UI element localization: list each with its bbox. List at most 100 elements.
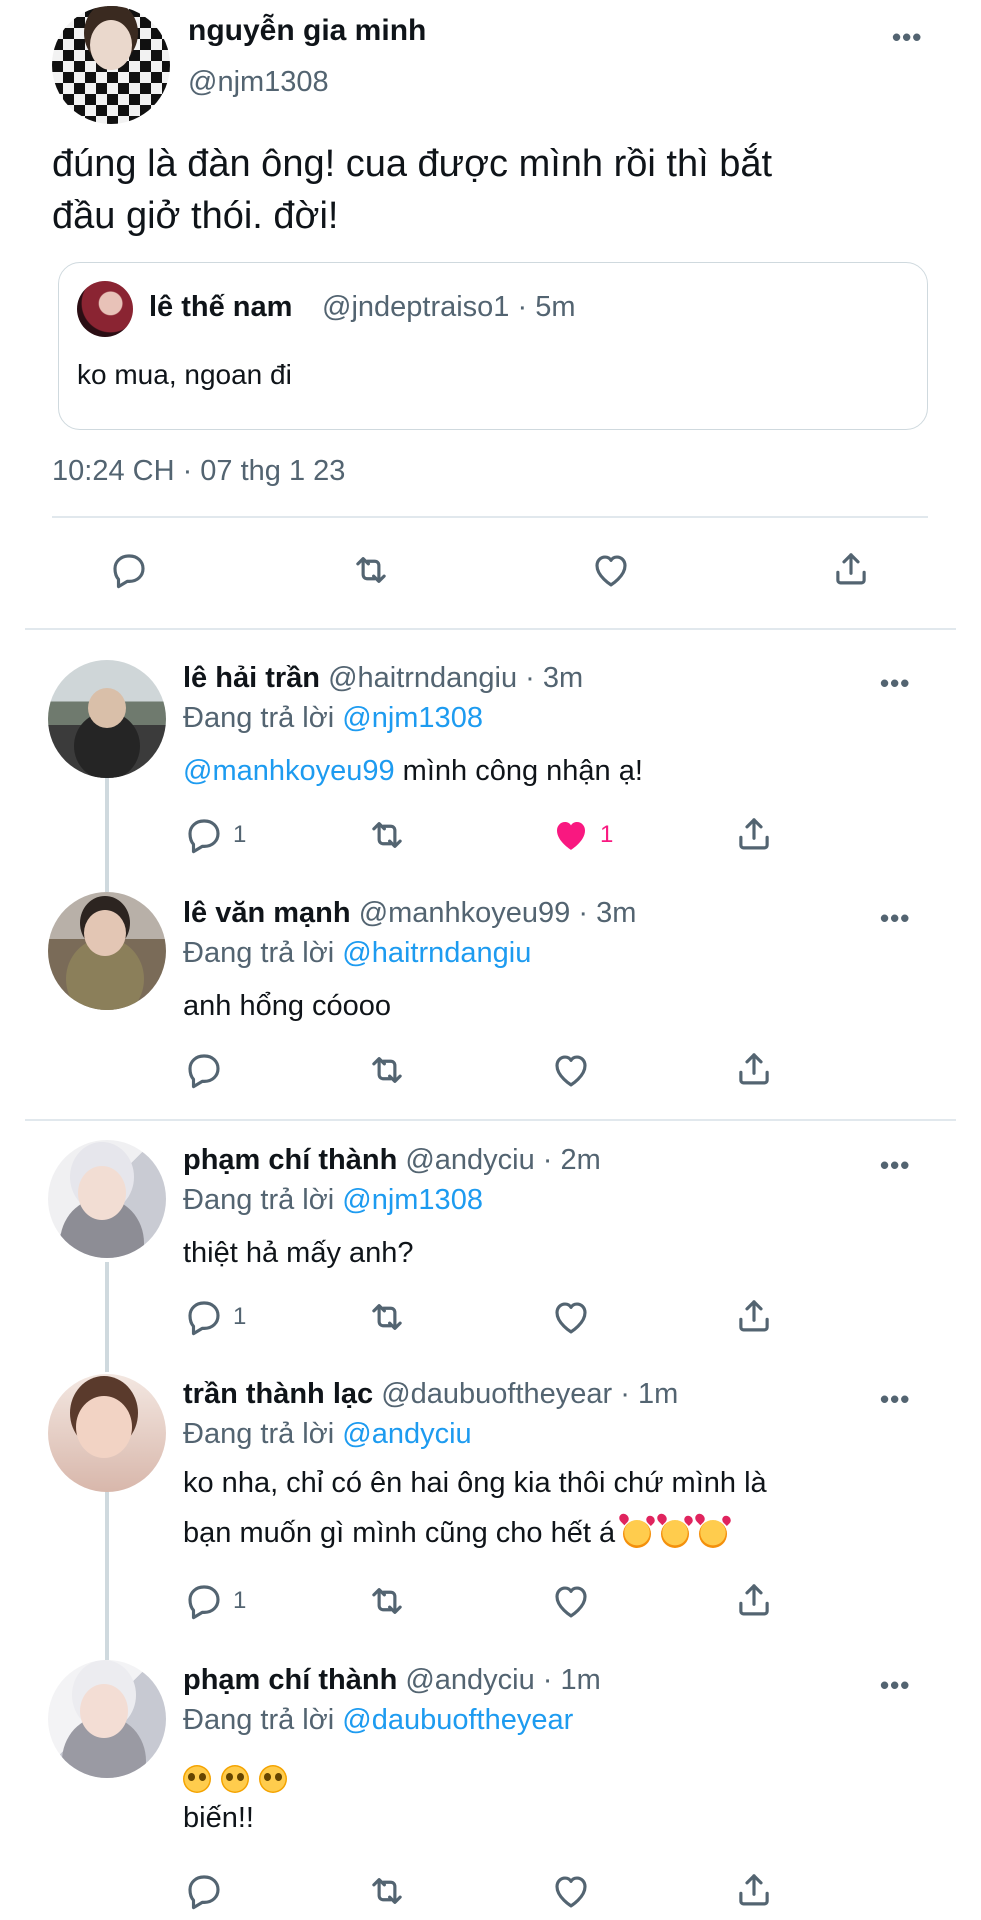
retweet-button[interactable] (366, 814, 408, 856)
avatar[interactable] (48, 1140, 166, 1258)
heart-filled-icon (550, 814, 592, 856)
mention-link[interactable]: @manhkoyeu99 (183, 755, 395, 787)
tweet-text: đúng là đàn ông! cua được mình rồi thì b… (52, 138, 932, 242)
reply-icon (183, 1580, 225, 1622)
avatar[interactable] (48, 892, 166, 1010)
pleading-face-icon (221, 1765, 249, 1794)
reply-button[interactable]: 1 (183, 814, 246, 856)
heart-icon (550, 1049, 592, 1091)
author-name[interactable]: phạm chí thành (183, 1664, 397, 1696)
avatar[interactable] (48, 660, 166, 778)
author-line[interactable]: lê hải trần @haitrndangiu · 3m (183, 662, 583, 695)
like-button[interactable] (550, 1296, 592, 1338)
author-handle-time: @andyciu · 1m (405, 1664, 601, 1696)
quote-avatar[interactable] (77, 281, 133, 337)
author-line[interactable]: phạm chí thành @andyciu · 2m (183, 1144, 601, 1177)
reply-button[interactable] (183, 1049, 225, 1091)
quote-author-meta: @jndeptraiso1 · 5m (322, 291, 576, 323)
retweet-button[interactable] (366, 1049, 408, 1091)
share-button[interactable] (733, 1294, 775, 1336)
main-tweet: nguyễn gia minh @njm1308 ••• đúng là đàn… (0, 0, 981, 628)
retweet-icon (366, 814, 408, 856)
avatar[interactable] (52, 6, 170, 124)
more-options-icon[interactable]: ••• (880, 1384, 910, 1415)
avatar[interactable] (48, 1374, 166, 1492)
author-name[interactable]: nguyễn gia minh (188, 14, 426, 48)
reply-icon (183, 1049, 225, 1091)
replying-to: Đang trả lời @njm1308 (183, 1184, 483, 1217)
share-button[interactable] (733, 1578, 775, 1620)
retweet-button[interactable] (366, 1580, 408, 1622)
retweet-icon (366, 1049, 408, 1091)
replying-to-link[interactable]: @njm1308 (342, 1184, 483, 1216)
reply-button[interactable]: 1 (183, 1580, 246, 1622)
reply-text: biến!! (183, 1758, 903, 1838)
replying-prefix: Đang trả lời (183, 1704, 335, 1736)
pleading-face-icon (259, 1765, 287, 1794)
share-button[interactable] (733, 1047, 775, 1089)
replying-to-link[interactable]: @haitrndangiu (342, 937, 531, 969)
author-line[interactable]: phạm chí thành @andyciu · 1m (183, 1664, 601, 1697)
like-button[interactable] (590, 549, 632, 591)
share-button[interactable] (733, 812, 775, 854)
retweet-button[interactable] (350, 549, 392, 591)
share-button[interactable] (733, 1868, 775, 1910)
like-button[interactable] (550, 1580, 592, 1622)
replying-to: Đang trả lời @njm1308 (183, 702, 483, 735)
author-name[interactable]: trần thành lạc (183, 1378, 373, 1410)
replying-to-link[interactable]: @daubuoftheyear (342, 1704, 573, 1736)
reply-text-body: bạn muốn gì mình cũng cho hết á (183, 1517, 616, 1549)
reply-icon (108, 549, 150, 591)
share-icon (830, 547, 872, 589)
more-options-icon[interactable]: ••• (880, 903, 910, 934)
quote-text: ko mua, ngoan đi (77, 359, 292, 390)
smiling-face-with-hearts-icon (623, 1520, 652, 1549)
retweet-icon (350, 549, 392, 591)
smiling-face-with-hearts-icon (661, 1520, 690, 1549)
like-button[interactable]: 1 (550, 814, 613, 856)
replying-to: Đang trả lời @haitrndangiu (183, 937, 531, 970)
reply-tweet[interactable]: phạm chí thành @andyciu · 2m ••• Đang tr… (0, 1132, 981, 1362)
author-name[interactable]: phạm chí thành (183, 1144, 397, 1176)
avatar[interactable] (48, 1660, 166, 1778)
share-icon (733, 1578, 775, 1620)
more-options-icon[interactable]: ••• (880, 1150, 910, 1181)
share-icon (733, 1294, 775, 1336)
author-line[interactable]: trần thành lạc @daubuoftheyear · 1m (183, 1378, 678, 1411)
tweet-text-line: đầu giở thói. đời! (52, 195, 339, 237)
emoji-line (183, 1758, 903, 1798)
reply-button[interactable]: 1 (183, 1296, 246, 1338)
tweet-timestamp[interactable]: 10:24 CH · 07 thg 1 23 (52, 455, 345, 488)
retweet-icon (366, 1870, 408, 1912)
author-name[interactable]: lê văn mạnh (183, 897, 351, 929)
like-button[interactable] (550, 1049, 592, 1091)
reply-tweet[interactable]: trần thành lạc @daubuoftheyear · 1m ••• … (0, 1366, 981, 1656)
retweet-button[interactable] (366, 1296, 408, 1338)
author-handle[interactable]: @njm1308 (188, 66, 329, 99)
quoted-tweet[interactable]: lê thế nam @jndeptraiso1 · 5m ko mua, ng… (58, 262, 928, 430)
more-options-icon[interactable]: ••• (880, 668, 910, 699)
more-options-icon[interactable]: ••• (892, 22, 922, 53)
replying-to-link[interactable]: @andyciu (342, 1418, 471, 1450)
author-line[interactable]: lê văn mạnh @manhkoyeu99 · 3m (183, 897, 636, 930)
reply-tweet[interactable]: phạm chí thành @andyciu · 1m ••• Đang tr… (0, 1652, 981, 1920)
replying-to-link[interactable]: @njm1308 (342, 702, 483, 734)
more-options-icon[interactable]: ••• (880, 1670, 910, 1701)
reply-icon (183, 814, 225, 856)
smiling-face-with-hearts-icon (699, 1520, 728, 1549)
heart-icon (590, 549, 632, 591)
reply-tweet[interactable]: lê văn mạnh @manhkoyeu99 · 3m ••• Đang t… (0, 885, 981, 1115)
reply-button[interactable] (108, 549, 150, 591)
reply-tweet[interactable]: lê hải trần @haitrndangiu · 3m ••• Đang … (0, 650, 981, 890)
heart-icon (550, 1870, 592, 1912)
reply-text: ko nha, chỉ có ên hai ông kia thôi chứ m… (183, 1458, 903, 1558)
reply-button[interactable] (183, 1870, 225, 1912)
reply-text: thiệt hả mấy anh? (183, 1237, 414, 1269)
author-name[interactable]: lê hải trần (183, 662, 320, 694)
reply-text: anh hổng cóooo (183, 990, 392, 1022)
like-button[interactable] (550, 1870, 592, 1912)
retweet-button[interactable] (366, 1870, 408, 1912)
share-button[interactable] (830, 547, 872, 589)
heart-icon (550, 1296, 592, 1338)
share-icon (733, 1868, 775, 1910)
